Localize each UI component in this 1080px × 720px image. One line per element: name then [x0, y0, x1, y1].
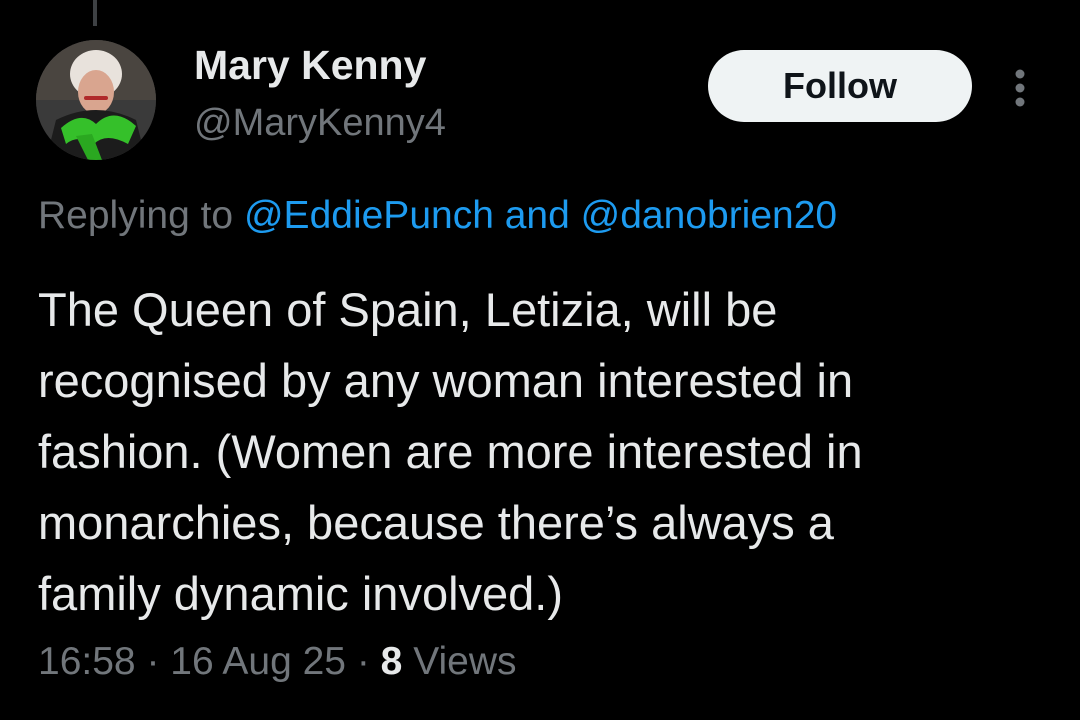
profile-photo-icon — [36, 40, 156, 160]
author-handle[interactable]: @MaryKenny4 — [194, 102, 446, 145]
tweet: Mary Kenny @MaryKenny4 Follow Replying t… — [0, 0, 1080, 720]
meta-separator: · — [146, 640, 160, 683]
more-options-button[interactable] — [1004, 64, 1036, 112]
tweet-text-line: recognised by any woman interested in — [38, 354, 854, 407]
reply-prefix: Replying to — [38, 194, 234, 237]
tweet-text-line: family dynamic involved.) — [38, 567, 564, 620]
views-count: 8 — [380, 640, 403, 683]
follow-button[interactable]: Follow — [708, 50, 972, 122]
tweet-date[interactable]: 16 Aug 25 — [170, 640, 346, 683]
tweet-meta: 16:58 · 16 Aug 25 · 8 Views — [38, 640, 517, 684]
reply-context: Replying to @EddiePunch and @danobrien20 — [38, 194, 837, 238]
tweet-text: The Queen of Spain, Letizia, will be rec… — [38, 274, 1048, 629]
mention-link-eddiepunch[interactable]: @EddiePunch — [244, 194, 494, 237]
views-label: Views — [413, 640, 517, 683]
author-display-name[interactable]: Mary Kenny — [194, 42, 426, 89]
tweet-text-line: fashion. (Women are more interested in — [38, 425, 863, 478]
avatar[interactable] — [36, 40, 156, 160]
tweet-time[interactable]: 16:58 — [38, 640, 136, 683]
tweet-text-line: monarchies, because there’s always a — [38, 496, 834, 549]
thread-connector-line — [93, 0, 97, 26]
meta-separator: · — [356, 640, 370, 683]
reply-conjunction: and — [504, 194, 570, 237]
mention-link-danobrien20[interactable]: @danobrien20 — [581, 194, 837, 237]
more-vertical-icon — [1015, 69, 1025, 107]
tweet-text-line: The Queen of Spain, Letizia, will be — [38, 283, 778, 336]
